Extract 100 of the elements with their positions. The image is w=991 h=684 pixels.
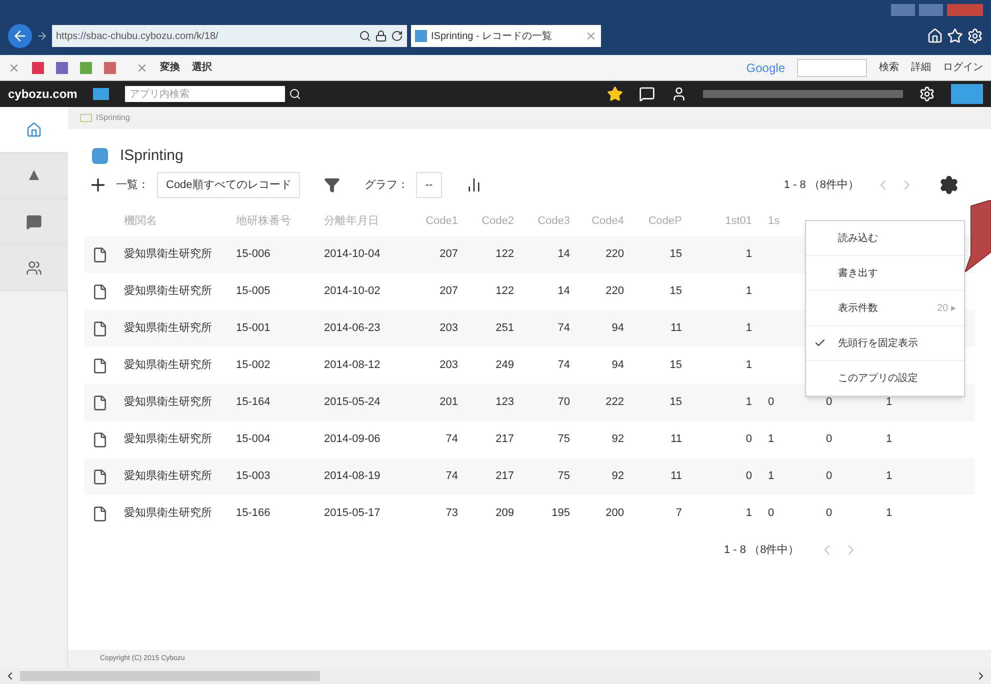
- back-icon: [12, 28, 28, 44]
- table-cell-text: 92: [610, 432, 625, 448]
- addon-icon[interactable]: [104, 62, 116, 74]
- table-cell-text: 1: [744, 284, 753, 300]
- table-cell-text: 愛知県衛生研究所: [123, 394, 213, 410]
- table-cell-text: 94: [610, 358, 625, 374]
- search-button[interactable]: 検索: [879, 60, 899, 75]
- table-cell-text: 愛知県衛生研究所: [123, 506, 213, 522]
- table-cell-text: 122: [494, 247, 515, 262]
- table-cell-text: 2014-10-04: [323, 247, 382, 262]
- people-icon: [26, 260, 42, 276]
- record-icon[interactable]: [92, 506, 108, 522]
- table-cell-text: 0: [825, 506, 834, 522]
- table-cell-text: 75: [556, 432, 571, 448]
- login-link[interactable]: ログイン: [943, 60, 983, 75]
- app-favicon: [415, 30, 427, 42]
- menu-label: 読み込む: [837, 232, 879, 246]
- address-bar[interactable]: https://sbac-chubu.cybozu.com/k/18/: [52, 25, 407, 47]
- table-cell-text: 2014-06-23: [323, 321, 382, 336]
- lock-icon: [375, 30, 387, 42]
- table-cell-text: 74: [556, 321, 571, 336]
- star-icon[interactable]: [607, 86, 623, 102]
- chart-icon[interactable]: [466, 176, 482, 193]
- table-cell-text: 愛知県衛生研究所: [123, 358, 213, 374]
- details-link[interactable]: 詳細: [911, 60, 931, 75]
- table-cell-text: 15: [668, 247, 683, 262]
- menu-item[interactable]: このアプリの設定: [806, 361, 964, 396]
- user-icon[interactable]: [671, 86, 687, 102]
- filter-icon[interactable]: [324, 176, 340, 193]
- record-icon[interactable]: [92, 394, 108, 410]
- toolbar-button[interactable]: 変換: [160, 60, 180, 75]
- table-cell-text: 愛知県衛生研究所: [123, 432, 213, 448]
- record-icon[interactable]: [92, 468, 108, 484]
- close-icon[interactable]: [585, 30, 597, 42]
- table-cell-text: 1: [885, 469, 894, 484]
- table-cell-text: 74: [556, 358, 571, 374]
- browser-tab[interactable]: ISprinting - レコードの一覧: [411, 25, 601, 47]
- table-cell-text: 220: [604, 284, 625, 300]
- close-icon[interactable]: [136, 62, 148, 74]
- record-icon[interactable]: [92, 358, 108, 374]
- table-cell-text: 1: [885, 432, 894, 448]
- menu-item[interactable]: 書き出す: [806, 256, 964, 291]
- search-field[interactable]: [797, 58, 867, 76]
- table-cell-text: 0: [825, 432, 834, 448]
- table-cell-text: 7: [674, 506, 683, 522]
- chat-icon[interactable]: [639, 86, 655, 102]
- record-icon[interactable]: [92, 246, 108, 262]
- table-cell-text: 0: [825, 469, 834, 484]
- table-cell-text: 11: [670, 321, 683, 336]
- table-cell-text: 15: [668, 284, 683, 300]
- addon-icon[interactable]: [56, 62, 68, 74]
- url-text: https://sbac-chubu.cybozu.com/k/18/: [56, 30, 220, 44]
- chat-icon: [26, 214, 42, 230]
- menu-label: 表示件数: [837, 302, 879, 316]
- addon-icon[interactable]: [80, 62, 92, 74]
- addon-icon[interactable]: [32, 62, 44, 74]
- table-cell-text: 2014-10-02: [323, 284, 382, 300]
- table-cell-text: 2014-08-19: [323, 469, 382, 484]
- table-cell-text: 2015-05-24: [323, 395, 382, 410]
- search-field[interactable]: アプリ内検索: [125, 86, 286, 102]
- table-cell-text: 75: [556, 469, 571, 484]
- table-cell-text: 2014-08-12: [323, 358, 382, 374]
- record-icon[interactable]: [92, 320, 108, 336]
- table-cell-text: 123: [494, 395, 515, 410]
- table-cell-text: 203: [438, 321, 459, 336]
- table-cell-text: 2014-09-06: [323, 432, 382, 448]
- table-cell-text: 11: [670, 432, 683, 448]
- table-cell-text: 92: [610, 469, 625, 484]
- table-cell-text: 15-002: [235, 358, 272, 374]
- menu-item[interactable]: 表示件数 20 ▸: [806, 291, 964, 326]
- table-cell-text: 122: [494, 284, 515, 300]
- graph-select[interactable]: --: [416, 172, 442, 198]
- close-icon[interactable]: [8, 62, 20, 74]
- table-cell-text: 200: [604, 506, 625, 522]
- table-cell-text: 15-164: [235, 395, 272, 410]
- table-cell-text: 愛知県衛生研究所: [123, 320, 213, 336]
- search-icon[interactable]: [289, 88, 302, 100]
- pager-text: 1 - 8 （8件中）: [724, 542, 800, 558]
- record-icon[interactable]: [92, 432, 108, 448]
- record-icon[interactable]: [92, 284, 108, 300]
- scrollbar-thumb[interactable]: [20, 671, 320, 681]
- toolbar-button[interactable]: 選択: [192, 60, 212, 75]
- forward-icon[interactable]: [36, 30, 48, 42]
- horizontal-scrollbar[interactable]: [0, 668, 991, 684]
- menu-item[interactable]: 先頭行を固定表示: [806, 326, 964, 361]
- table-cell-text: 愛知県衛生研究所: [123, 468, 213, 484]
- sidebar-item[interactable]: [0, 199, 68, 245]
- table-cell-text: 15-001: [235, 321, 272, 336]
- back-button[interactable]: [8, 24, 32, 48]
- home-icon[interactable]: [927, 28, 943, 44]
- table-cell-text: 73: [444, 506, 459, 522]
- table-cell-text: 14: [556, 284, 571, 300]
- refresh-icon[interactable]: [391, 30, 403, 42]
- table-cell-text: 15-005: [235, 284, 272, 300]
- view-select[interactable]: Code順すべてのレコード: [157, 172, 300, 198]
- table-cell-text: 1: [744, 321, 753, 336]
- table-cell-text: 0: [767, 506, 776, 522]
- logo[interactable]: cybozu.com: [8, 85, 78, 103]
- settings-icon[interactable]: [939, 174, 959, 195]
- menu-item[interactable]: 読み込む: [806, 221, 964, 256]
